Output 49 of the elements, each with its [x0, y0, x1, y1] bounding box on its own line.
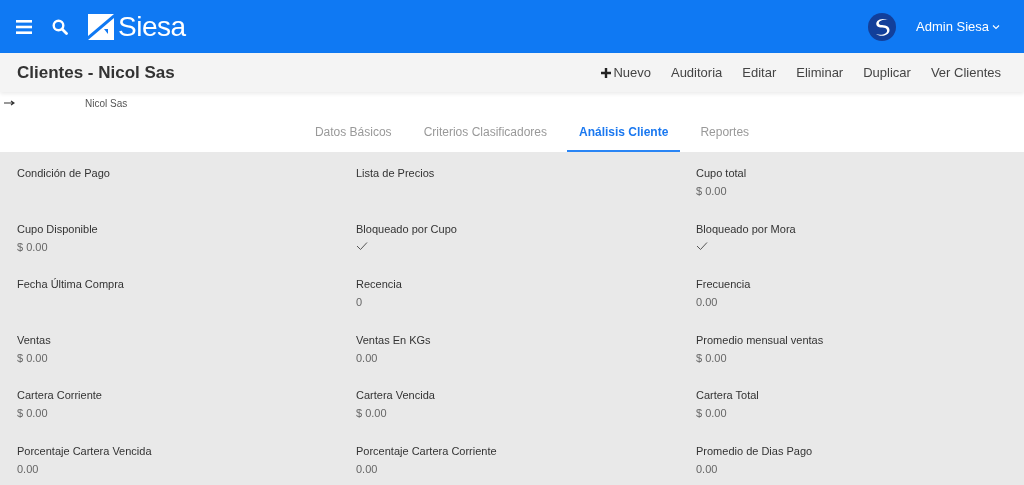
toolbar-button[interactable]: Duplicar — [863, 65, 911, 80]
field-label: Promedio de Dias Pago — [696, 444, 813, 457]
new-button[interactable]: Nuevo — [601, 65, 651, 80]
field-label: Cupo total — [696, 167, 747, 179]
field-value: 0.00 — [696, 462, 718, 475]
field-label: Promedio mensual ventas — [696, 333, 824, 346]
field-label: Cupo Disponible — [17, 222, 98, 235]
search-button[interactable] — [52, 18, 68, 35]
field-value: $ 0.00 — [356, 407, 387, 420]
field-label: Frecuencia — [696, 278, 751, 291]
field-value: $ 0.00 — [17, 351, 48, 364]
plus-icon — [601, 67, 612, 78]
field-value: $ 0.00 — [696, 407, 727, 420]
user-menu[interactable]: Admin Siesa — [916, 19, 1000, 34]
field-value: $ 0.00 — [696, 351, 727, 364]
field-value: $ 0.00 — [696, 185, 727, 197]
field-label: Ventas — [17, 333, 51, 346]
breadcrumb-text: Nicol Sas — [85, 97, 128, 109]
field-label: Bloqueado por Mora — [696, 222, 796, 235]
toolbar-button[interactable]: Auditoria — [670, 65, 723, 80]
field-label: Ventas En KGs — [356, 333, 431, 346]
page-title: Clientes - Nicol Sas — [17, 62, 176, 83]
field-value: 0.00 — [17, 462, 39, 475]
chevron-down-icon — [992, 23, 1000, 30]
field-label: Porcentaje Cartera Vencida — [17, 444, 152, 457]
field-value: $ 0.00 — [17, 407, 48, 420]
field-value: 0.00 — [356, 462, 378, 475]
logo-icon — [88, 13, 114, 40]
menu-button[interactable] — [16, 19, 32, 34]
tab[interactable]: Análisis Cliente — [567, 114, 681, 152]
brand-name: Siesa — [118, 10, 186, 43]
field-value: $ 0.00 — [17, 240, 48, 253]
field-label: Porcentaje Cartera Corriente — [356, 444, 497, 457]
toolbar-button[interactable]: Eliminar — [796, 65, 844, 80]
field-value: 0.00 — [696, 296, 718, 309]
field-label: Cartera Corriente — [17, 389, 102, 402]
field-label: Fecha Última Compra — [17, 278, 124, 291]
field-value: 0 — [356, 296, 363, 309]
field-label: Bloqueado por Cupo — [356, 222, 457, 235]
toolbar-button[interactable]: Ver Clientes — [930, 65, 1001, 80]
field-label: Cartera Vencida — [356, 389, 435, 402]
field-label: Cartera Total — [696, 389, 759, 402]
field-label: Lista de Precios — [356, 167, 435, 179]
field-value: 0.00 — [356, 351, 378, 364]
field-label: Condición de Pago — [17, 167, 110, 179]
field-label: Recencia — [356, 278, 402, 291]
toolbar-button[interactable]: Editar — [742, 65, 777, 80]
arrow-icon[interactable] — [4, 100, 15, 106]
user-avatar-icon — [868, 12, 896, 41]
